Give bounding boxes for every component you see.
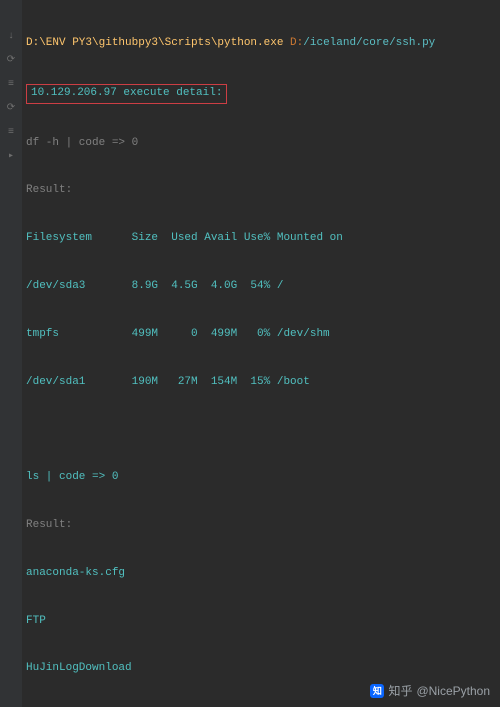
cmd-line: ls | code => 0: [26, 470, 494, 486]
console-output[interactable]: D:\ENV PY3\githubpy3\Scripts\python.exe …: [22, 0, 500, 707]
host-header-box: 10.129.206.97 execute detail:: [26, 84, 227, 104]
ls-row: anaconda-ks.cfg: [26, 566, 494, 582]
gutter-icon: ⟳: [5, 102, 17, 114]
watermark-handle: @NicePython: [416, 684, 490, 698]
gutter-icon: ≡: [5, 78, 17, 90]
df-row: /dev/sda3 8.9G 4.5G 4.0G 54% /: [26, 279, 494, 295]
ls-row: HuJinLogDownload: [26, 661, 494, 677]
df-header: Filesystem Size Used Avail Use% Mounted …: [26, 231, 494, 247]
cmd-line: df -h | code => 0: [26, 136, 494, 152]
df-row: /dev/sda1 190M 27M 154M 15% /boot: [26, 375, 494, 391]
ls-row: FTP: [26, 614, 494, 630]
gutter-icon: ▸: [5, 150, 17, 162]
gutter-icon: ↓: [5, 30, 17, 42]
gutter-icon: ≡: [5, 126, 17, 138]
watermark-prefix: 知乎: [388, 682, 412, 699]
watermark: 知 知乎 @NicePython: [370, 682, 490, 699]
run-header: D:\ENV PY3\githubpy3\Scripts\python.exe …: [26, 36, 494, 52]
editor-gutter: ↓ ⟳ ≡ ⟳ ≡ ▸: [0, 0, 22, 707]
zhihu-logo-icon: 知: [370, 684, 384, 698]
gutter-icon: ⟳: [5, 54, 17, 66]
result-label: Result:: [26, 183, 494, 199]
result-label: Result:: [26, 518, 494, 534]
df-row: tmpfs 499M 0 499M 0% /dev/shm: [26, 327, 494, 343]
